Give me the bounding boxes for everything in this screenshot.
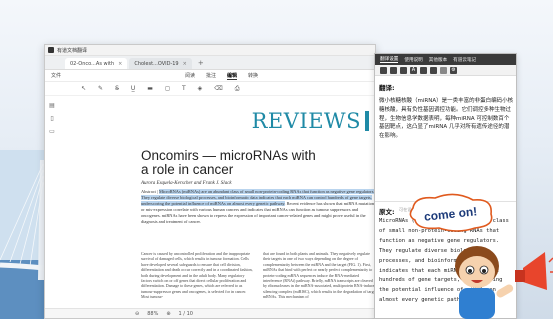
panel-tab-note[interactable]: 有道云笔记: [453, 57, 476, 63]
page-indicator[interactable]: 1 / 10: [179, 311, 193, 317]
panel-tab-bar: 翻译设置 使用说明 其他版本 有道云笔记: [375, 54, 516, 65]
bookmark-icon[interactable]: ▯: [50, 115, 53, 122]
highlight-icon[interactable]: ▬: [147, 85, 153, 92]
tab-document-2[interactable]: Cholest...OVID-19 ×: [129, 58, 192, 69]
speech-bubble: come on!: [409, 193, 493, 232]
pin-icon[interactable]: [380, 66, 387, 74]
journal-section-title: REVIEWS: [251, 109, 361, 133]
body-columns: Cancer is caused by uncontrolled prolife…: [141, 251, 376, 300]
eraser-icon[interactable]: ⌫: [214, 85, 222, 92]
translation-heading: 翻译:: [379, 84, 395, 92]
panel-tab-versions[interactable]: 其他版本: [429, 57, 447, 63]
font-icon[interactable]: A: [410, 66, 417, 74]
close-tab-icon[interactable]: ×: [118, 61, 122, 67]
status-bar: ⊖ 88% ⊕ 1 / 10: [45, 308, 375, 318]
text-box-icon[interactable]: T: [182, 85, 186, 92]
view-mode-switch: 阅读 批注 编辑 转换: [185, 72, 258, 80]
article-title-line-2: a role in cancer: [141, 162, 234, 177]
underline-icon[interactable]: U̲: [131, 85, 135, 92]
zoom-out-icon[interactable]: ⊖: [135, 311, 139, 317]
body-column-2: that are found in both plants and animal…: [263, 251, 376, 300]
view-annotate[interactable]: 批注: [206, 72, 216, 80]
save-icon[interactable]: [400, 66, 407, 74]
pdf-page: REVIEWS Oncomirs — microRNAs with a role…: [105, 103, 375, 308]
theme-icon[interactable]: [440, 66, 447, 74]
stamp-icon[interactable]: ⎙: [235, 85, 240, 93]
tab-bar: 02-Onco...As with × Cholest...OVID-19 × …: [45, 56, 375, 70]
file-menu[interactable]: 文件: [51, 72, 61, 79]
copy-icon[interactable]: [390, 66, 397, 74]
pen-icon[interactable]: ✎: [98, 85, 103, 92]
article-authors: Aurora Esquela-Kerscher and Frank J. Sla…: [141, 181, 232, 186]
document-window: 有道文档翻译 02-Onco...As with × Cholest...OVI…: [44, 44, 376, 319]
settings-icon[interactable]: ⚙: [450, 66, 457, 74]
lock-icon[interactable]: [420, 66, 427, 74]
view-read[interactable]: 阅读: [185, 72, 195, 80]
journal-accent-bar: [365, 111, 369, 131]
new-tab-icon[interactable]: +: [194, 59, 208, 67]
cartoon-boy: [455, 246, 514, 319]
zoom-level[interactable]: 88%: [147, 311, 158, 317]
panel-toolbar: A ⚙: [375, 65, 516, 76]
translation-text[interactable]: 微小核糖核酸（miRNA）是一类丰富的非蛋白编码小核糖核酸，具有负性基因调控功能…: [379, 97, 514, 141]
tab-document-1[interactable]: 02-Onco...As with ×: [65, 58, 128, 69]
thumbnail-icon[interactable]: ▤: [49, 102, 55, 109]
app-logo-icon: [48, 47, 54, 53]
menu-bar: 文件 阅读 批注 编辑 转换: [45, 70, 375, 82]
title-bar: 有道文档翻译: [45, 45, 375, 56]
view-edit[interactable]: 编辑: [227, 72, 238, 80]
panel-tab-settings[interactable]: 翻译设置: [380, 56, 399, 63]
tab-label: Cholest...OVID-19: [134, 60, 179, 67]
zoom-in-icon[interactable]: ⊕: [166, 311, 170, 317]
layout-icon[interactable]: [430, 66, 437, 74]
article-title-line-1: Oncomirs — microRNAs with: [141, 148, 316, 163]
close-tab-icon[interactable]: ×: [183, 61, 187, 67]
source-heading: 原文:: [379, 208, 395, 216]
cursor-icon[interactable]: ↖: [81, 85, 86, 92]
tab-label: 02-Onco...As with: [70, 60, 115, 67]
left-sidebar: ▤ ▯ ▭: [45, 96, 59, 135]
body-column-1: Cancer is caused by uncontrolled prolife…: [141, 251, 253, 300]
mascot-illustration: come on!: [409, 193, 553, 319]
fill-icon[interactable]: ◈: [198, 85, 203, 92]
article-title: Oncomirs — microRNAs with a role in canc…: [141, 149, 316, 177]
megaphone-icon: [515, 252, 553, 290]
abstract-label: Abstract |: [141, 189, 158, 194]
strikethrough-icon[interactable]: S̶: [115, 85, 119, 92]
edit-toolbar: ↖ ✎ S̶ U̲ ▬ ◻ T ◈ ⌫ ⎙: [45, 82, 375, 96]
view-convert[interactable]: 转换: [248, 72, 258, 80]
shape-icon[interactable]: ◻: [165, 85, 170, 92]
article-abstract[interactable]: Abstract | MicroRNAs (miRNAs) are an abu…: [141, 189, 375, 226]
comment-icon[interactable]: ▭: [49, 128, 55, 135]
panel-tab-help[interactable]: 使用说明: [404, 57, 422, 63]
app-title: 有道文档翻译: [57, 47, 88, 54]
